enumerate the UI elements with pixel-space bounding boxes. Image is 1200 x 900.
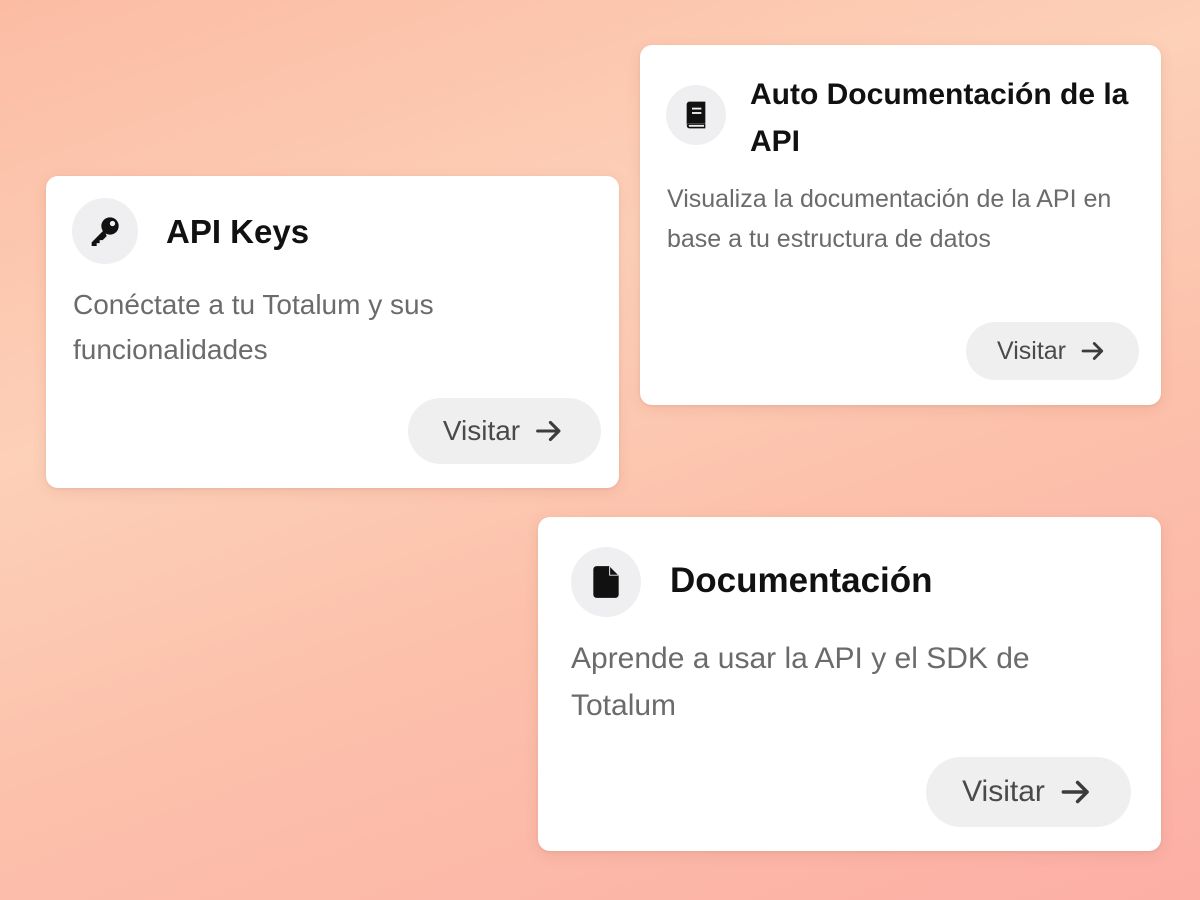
- arrow-right-icon: [1061, 780, 1089, 804]
- card-title: API Keys: [166, 213, 310, 250]
- visit-button-label: Visitar: [442, 415, 521, 446]
- visit-button[interactable]: Visitar: [966, 322, 1139, 380]
- card-title: Auto Documentación de la API: [750, 78, 1129, 158]
- arrow-right-icon: [1081, 342, 1104, 360]
- book-icon: [666, 85, 726, 145]
- api-keys-card: API Keys Conéctate a tu Totalum y sus fu…: [46, 176, 619, 488]
- key-icon: [72, 198, 138, 264]
- visit-button-label: Visitar: [996, 336, 1066, 365]
- visit-button[interactable]: Visitar: [408, 398, 601, 464]
- card-description: Conéctate a tu Totalum y sus funcionalid…: [73, 289, 434, 365]
- visit-button-label: Visitar: [962, 775, 1045, 808]
- auto-documentation-card: Auto Documentación de la API Visualiza l…: [640, 45, 1161, 405]
- arrow-right-icon: [536, 420, 561, 442]
- visit-button[interactable]: Visitar: [926, 757, 1131, 827]
- documentation-card: Documentación Aprende a usar la API y el…: [538, 517, 1161, 851]
- card-description: Visualiza la documentación de la API en …: [667, 185, 1112, 253]
- card-title: Documentación: [670, 561, 933, 600]
- file-icon: [571, 547, 641, 617]
- card-description: Aprende a usar la API y el SDK de Totalu…: [571, 642, 1030, 722]
